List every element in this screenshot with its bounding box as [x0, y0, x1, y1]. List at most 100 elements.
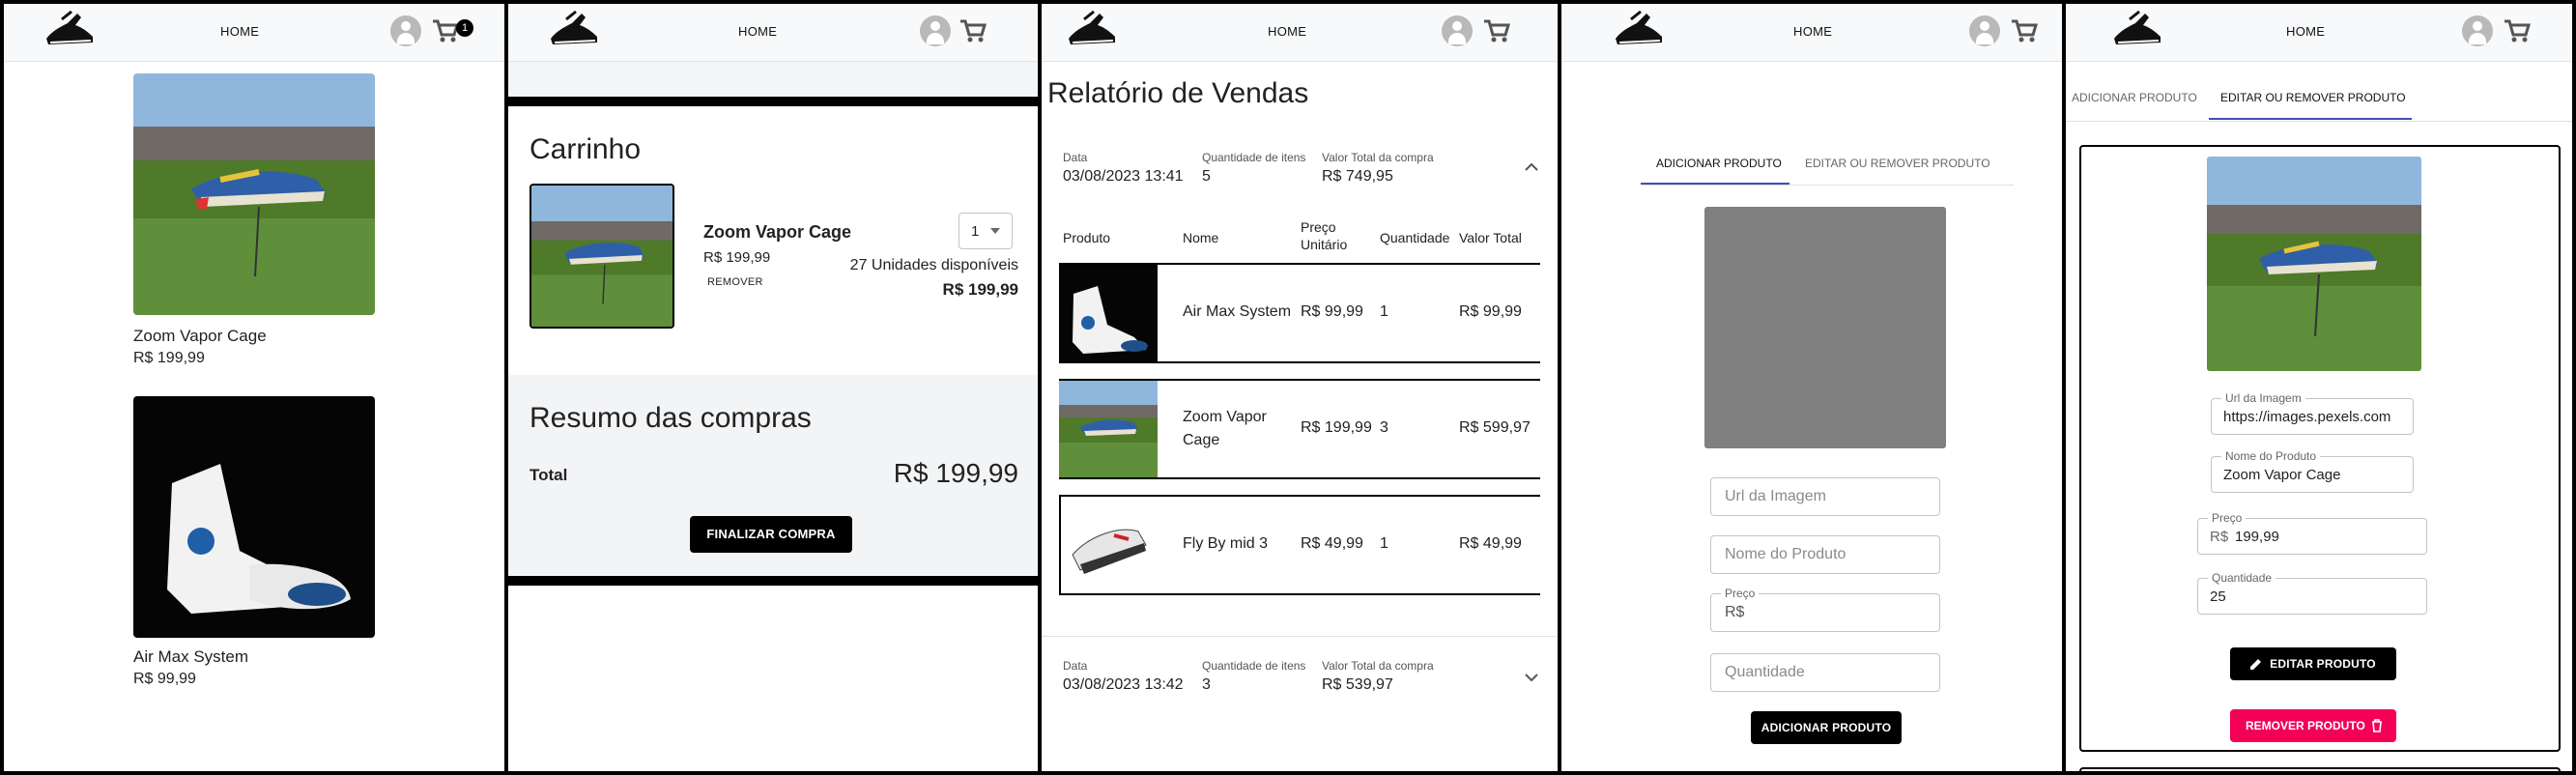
row-product-image [1059, 265, 1158, 361]
product-name-input[interactable]: Nome do Produto Zoom Vapor Cage [2211, 449, 2414, 493]
panel-sales-report: HOME Relatório de Vendas Data 03/08/2023… [1038, 0, 1561, 775]
shoe-logo-icon[interactable] [1612, 10, 1666, 50]
quantity-value: 25 [2210, 588, 2226, 605]
column-header: Quantidade [1380, 230, 1450, 245]
product-name: Air Max System [133, 647, 249, 666]
row-unit-price: R$ 199,99 [1301, 419, 1372, 436]
screenshot-collage: HOME 1 Zoom Vapor Cage R$ 199,99 Air Max… [0, 0, 2576, 775]
price-prefix: R$ [1725, 604, 1745, 620]
date-label: Data [1063, 659, 1088, 673]
sale-total: R$ 539,97 [1322, 676, 1393, 693]
shopping-cart-icon[interactable] [1482, 17, 1511, 44]
row-quantity: 1 [1380, 535, 1388, 552]
row-quantity: 3 [1380, 419, 1388, 436]
image-url-input[interactable]: Url da Imagem [1710, 477, 1940, 516]
quantity-input[interactable]: Quantidade 25 [2197, 571, 2427, 615]
tab-bar: ADICIONAR PRODUTO EDITAR OU REMOVER PROD… [2066, 62, 2572, 122]
account-circle-icon[interactable] [920, 15, 951, 46]
row-unit-price: R$ 99,99 [1301, 303, 1363, 320]
shopping-cart-icon[interactable] [2010, 17, 2039, 44]
price-value: 199,99 [2235, 529, 2279, 545]
row-quantity: 1 [1380, 303, 1388, 320]
qty-label: Quantidade de itens [1202, 151, 1306, 164]
product-image-air-max-system[interactable] [133, 396, 375, 638]
add-product-button[interactable]: ADICIONAR PRODUTO [1751, 711, 1902, 744]
home-link[interactable]: HOME [220, 24, 259, 39]
price-input[interactable]: Preço R$ [1710, 587, 1940, 632]
account-circle-icon[interactable] [1969, 15, 2000, 46]
row-total: R$ 49,99 [1459, 535, 1522, 552]
divider [508, 97, 1038, 106]
navbar: HOME [1561, 4, 2062, 62]
sale-total: R$ 749,95 [1322, 168, 1393, 185]
tab-add-product[interactable]: ADICIONAR PRODUTO [1656, 157, 1782, 170]
tab-edit-remove-product[interactable]: EDITAR OU REMOVER PRODUTO [1805, 157, 1990, 170]
cart-item-image[interactable] [530, 184, 674, 329]
row-unit-price: R$ 49,99 [1301, 535, 1363, 552]
product-name: Zoom Vapor Cage [133, 327, 267, 345]
tab-add-product[interactable]: ADICIONAR PRODUTO [2072, 91, 2197, 104]
sale-qty: 3 [1202, 676, 1211, 693]
pencil-icon [2250, 659, 2261, 670]
column-header: Nome [1183, 230, 1219, 245]
total-label: Valor Total da compra [1322, 151, 1434, 164]
price-input[interactable]: Preço R$ 199,99 [2197, 511, 2427, 555]
quantity-value: 1 [971, 223, 980, 240]
remove-product-button[interactable]: REMOVER PRODUTO [2230, 709, 2396, 742]
finalize-purchase-button[interactable]: FINALIZAR COMPRA [690, 516, 852, 553]
quantity-select[interactable]: 1 [959, 213, 1013, 249]
divider [1042, 636, 1558, 637]
quantity-input[interactable]: Quantidade [1710, 653, 1940, 692]
trash-icon [2372, 719, 2382, 732]
tab-active-indicator [1641, 183, 1789, 185]
account-circle-icon[interactable] [2462, 15, 2493, 46]
product-price: R$ 99,99 [133, 671, 196, 687]
sale-date: 03/08/2023 13:42 [1063, 676, 1184, 693]
panel-add-product: HOME ADICIONAR PRODUTO EDITAR OU REMOVER… [1558, 0, 2066, 775]
price-label: Preço [2208, 511, 2247, 525]
shoe-logo-icon[interactable] [1065, 10, 1119, 50]
price-label: Preço [1721, 587, 1760, 600]
home-link[interactable]: HOME [1268, 24, 1306, 39]
chevron-down-icon[interactable] [1525, 673, 1538, 682]
navbar: HOME [2066, 4, 2572, 62]
chevron-up-icon[interactable] [1525, 162, 1538, 172]
account-circle-icon[interactable] [390, 15, 421, 46]
purchase-summary: Resumo das compras Total R$ 199,99 FINAL… [508, 375, 1038, 576]
panel-cart: HOME Carrinho Zoom Vapor Cage R$ 199,99 … [504, 0, 1042, 775]
home-link[interactable]: HOME [2286, 24, 2325, 39]
tab-edit-remove-product[interactable]: EDITAR OU REMOVER PRODUTO [2220, 91, 2406, 104]
shoe-logo-icon[interactable] [2110, 10, 2164, 50]
shopping-cart-icon[interactable] [431, 17, 460, 44]
home-link[interactable]: HOME [738, 24, 777, 39]
next-card-edge [2079, 767, 2561, 771]
qty-label: Quantidade de itens [1202, 659, 1306, 673]
home-link[interactable]: HOME [1793, 24, 1832, 39]
product-name-input[interactable]: Nome do Produto [1710, 535, 1940, 574]
shoe-logo-icon[interactable] [43, 10, 97, 50]
remove-button[interactable]: REMOVER [707, 276, 763, 288]
total-label: Valor Total da compra [1322, 659, 1434, 673]
dropdown-arrow-icon [990, 228, 1000, 234]
quantity-placeholder: Quantidade [1725, 664, 1805, 680]
image-url-value: https://images.pexels.com [2223, 409, 2391, 425]
shopping-cart-icon[interactable] [959, 17, 987, 44]
tab-active-indicator [2209, 118, 2412, 120]
account-circle-icon[interactable] [1442, 15, 1473, 46]
cart-item-subtotal: R$ 199,99 [942, 280, 1018, 299]
row-name: Zoom Vapor Cage [1183, 409, 1267, 448]
sale-qty: 5 [1202, 168, 1211, 185]
product-image-zoom-vapor-cage[interactable] [133, 73, 375, 315]
image-url-input[interactable]: Url da Imagem https://images.pexels.com [2211, 391, 2414, 435]
edit-product-label: EDITAR PRODUTO [2270, 657, 2376, 671]
table-row: Fly By mid 3 R$ 49,99 1 R$ 49,99 [1059, 495, 1540, 595]
row-total: R$ 599,97 [1459, 419, 1531, 436]
shopping-cart-icon[interactable] [2503, 17, 2532, 44]
row-total: R$ 99,99 [1459, 303, 1522, 320]
report-title: Relatório de Vendas [1047, 77, 1309, 109]
shoe-logo-icon[interactable] [547, 10, 601, 50]
column-header: Valor Total [1459, 230, 1522, 245]
image-url-placeholder: Url da Imagem [1725, 488, 1826, 504]
image-placeholder [1704, 207, 1946, 448]
edit-product-button[interactable]: EDITAR PRODUTO [2230, 647, 2396, 680]
